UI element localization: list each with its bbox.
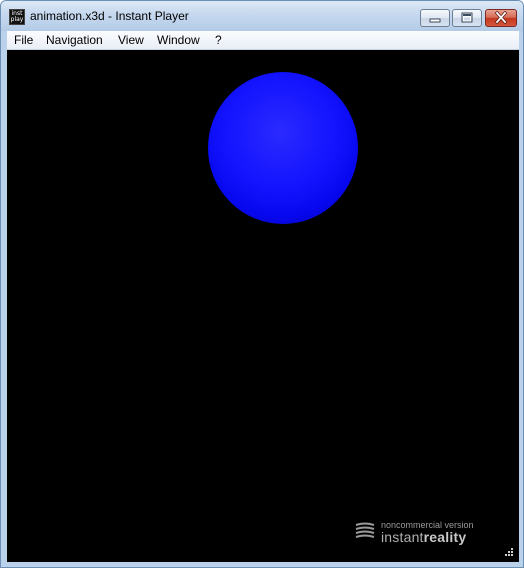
app-window: inst play animation.x3d - Instant Player… bbox=[0, 0, 524, 568]
close-button[interactable] bbox=[485, 9, 517, 27]
resize-grip-icon[interactable] bbox=[503, 546, 513, 556]
maximize-icon bbox=[461, 12, 473, 23]
window-title: animation.x3d - Instant Player bbox=[30, 9, 189, 23]
blue-sphere[interactable] bbox=[208, 72, 358, 224]
watermark-line-2: instantreality bbox=[381, 529, 466, 545]
minimize-button[interactable] bbox=[420, 9, 450, 27]
app-icon-text-bottom: play bbox=[10, 16, 24, 23]
watermark-brand-light: instant bbox=[381, 529, 424, 545]
app-icon[interactable]: inst play bbox=[9, 9, 25, 25]
instantreality-watermark: noncommercial version instantreality bbox=[355, 520, 495, 545]
title-bar[interactable]: inst play animation.x3d - Instant Player bbox=[1, 1, 523, 31]
menu-view[interactable]: View bbox=[118, 32, 144, 48]
menu-window[interactable]: Window bbox=[157, 32, 200, 48]
menu-file[interactable]: File bbox=[14, 32, 33, 48]
instantreality-logo-icon bbox=[355, 522, 375, 538]
close-icon bbox=[494, 10, 508, 25]
menu-navigation[interactable]: Navigation bbox=[46, 32, 103, 48]
menu-help[interactable]: ? bbox=[215, 32, 222, 48]
maximize-button[interactable] bbox=[452, 9, 482, 27]
watermark-brand-bold: reality bbox=[423, 529, 467, 545]
minimize-icon bbox=[429, 18, 441, 23]
render-viewport[interactable]: noncommercial version instantreality bbox=[7, 50, 519, 562]
menu-bar: File Navigation View Window ? bbox=[7, 31, 519, 50]
